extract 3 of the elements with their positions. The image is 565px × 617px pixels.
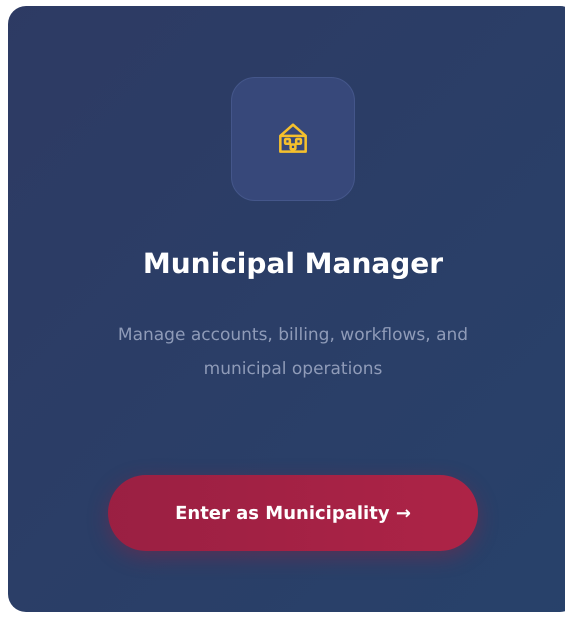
card-description: Manage accounts, billing, workflows, and municipal operations xyxy=(116,324,470,381)
enter-button[interactable]: Enter as Municipality → xyxy=(108,475,478,551)
card-title: Municipal Manager xyxy=(142,246,444,281)
